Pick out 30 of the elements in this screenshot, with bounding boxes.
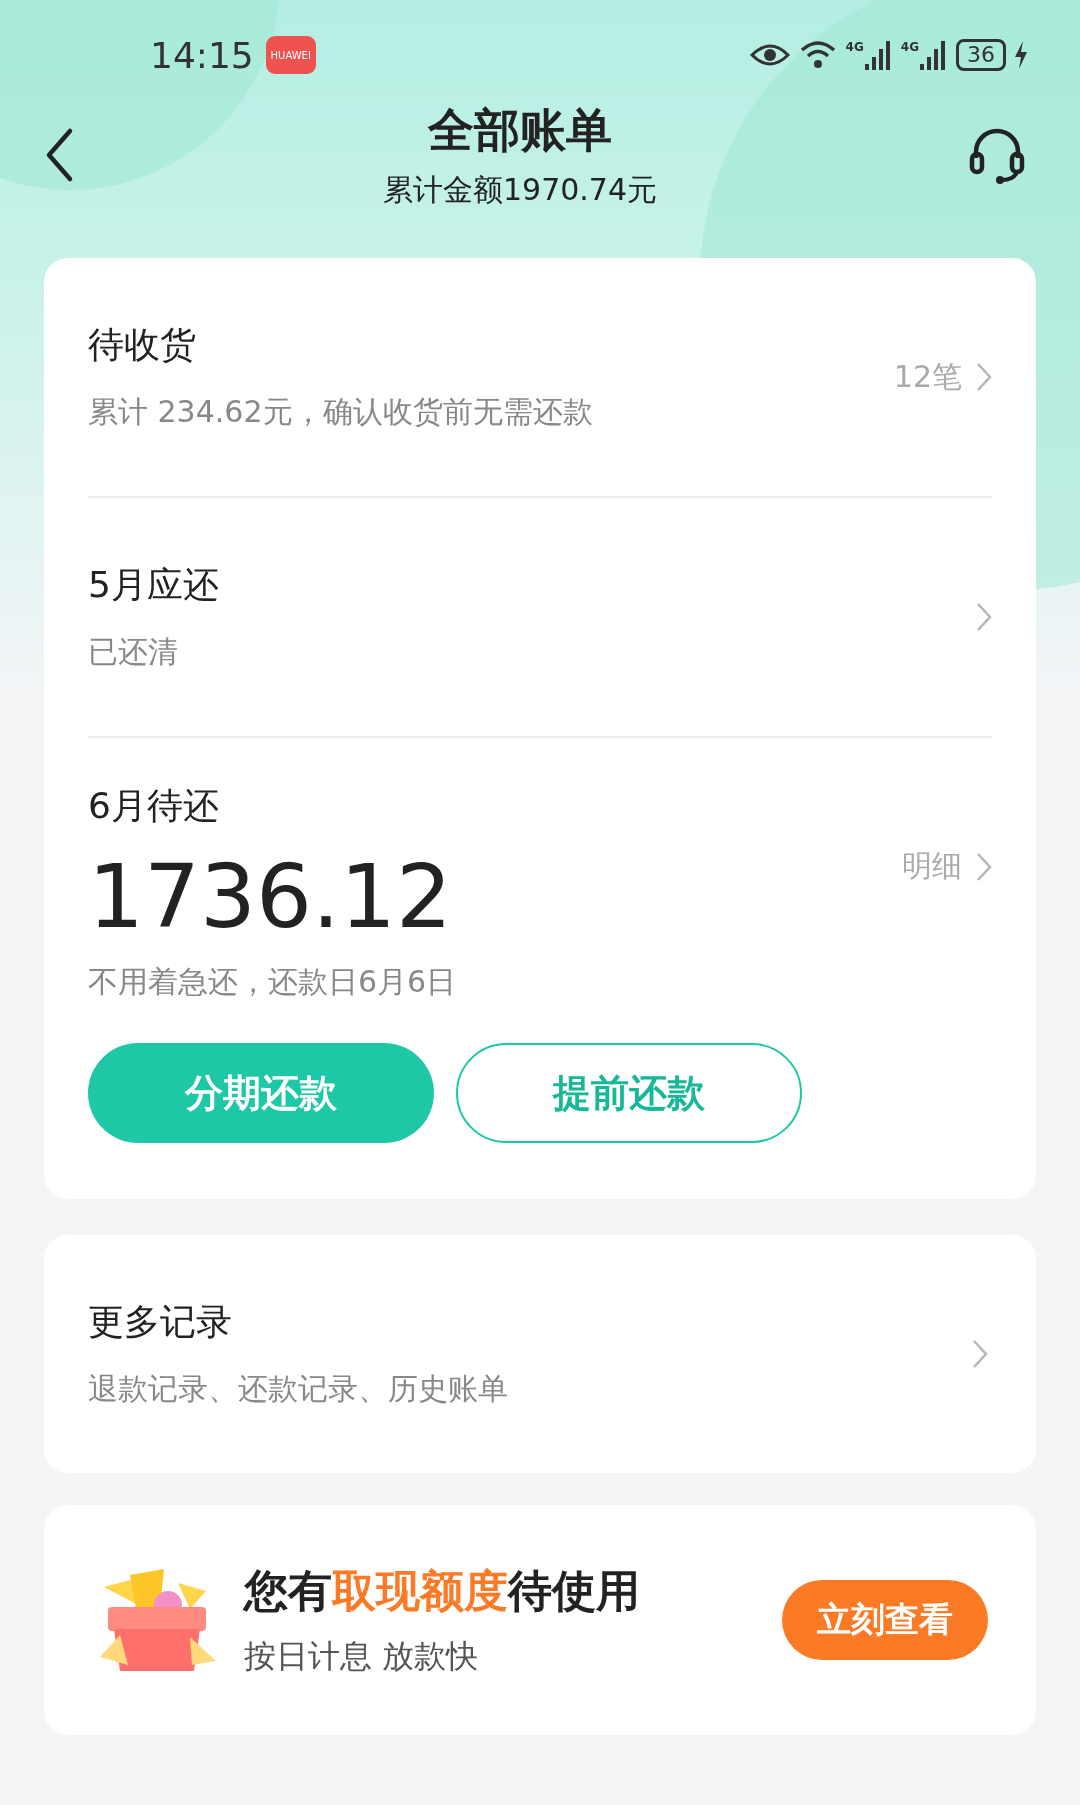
row-title: 更多记录: [88, 1300, 233, 1344]
network-label: 4G: [900, 40, 919, 54]
row-count: 12笔: [893, 357, 962, 396]
total-amount: 累计金额1970.74元: [382, 170, 658, 209]
network-label: 4G: [845, 40, 864, 54]
promo-subtitle: 按日计息 放款快: [244, 1635, 480, 1677]
due-amount: 1736.12: [88, 845, 452, 948]
signal-icon: [864, 40, 893, 70]
chevron-icon: [972, 1339, 988, 1369]
chevron-icon: [976, 362, 992, 392]
row-subtitle: 退款记录、还款记录、历史账单: [88, 1370, 508, 1408]
chevron-icon: [976, 851, 992, 882]
row-title: 5月应还: [88, 563, 219, 607]
chevron-icon: [976, 602, 992, 632]
row-title: 待收货: [88, 323, 197, 367]
bill-row[interactable]: 待收货 累计 234.62元，确认收货前无需还款 12笔: [88, 258, 992, 498]
row-subtitle: 累计 234.62元，确认收货前无需还款: [88, 393, 593, 431]
back-icon[interactable]: [44, 127, 74, 183]
records-card[interactable]: 更多记录 退款记录、还款记录、历史账单: [44, 1235, 1036, 1473]
bill-row[interactable]: 5月应还 已还清: [88, 498, 992, 738]
promo-title: 您有取现额度待使用: [244, 1563, 641, 1618]
app-icon: HUAWEI: [265, 36, 316, 74]
row-title: 6月待还: [88, 784, 220, 828]
battery-indicator: 36: [956, 39, 1006, 71]
status-time: 14:15: [150, 34, 254, 76]
charging-icon: [1014, 41, 1028, 69]
page-title: 全部账单: [426, 101, 613, 159]
row-subtitle: 不用着急还，还款日6月6日: [88, 963, 458, 1001]
signal-icon: [920, 40, 948, 70]
row-subtitle: 已还清: [88, 633, 179, 671]
